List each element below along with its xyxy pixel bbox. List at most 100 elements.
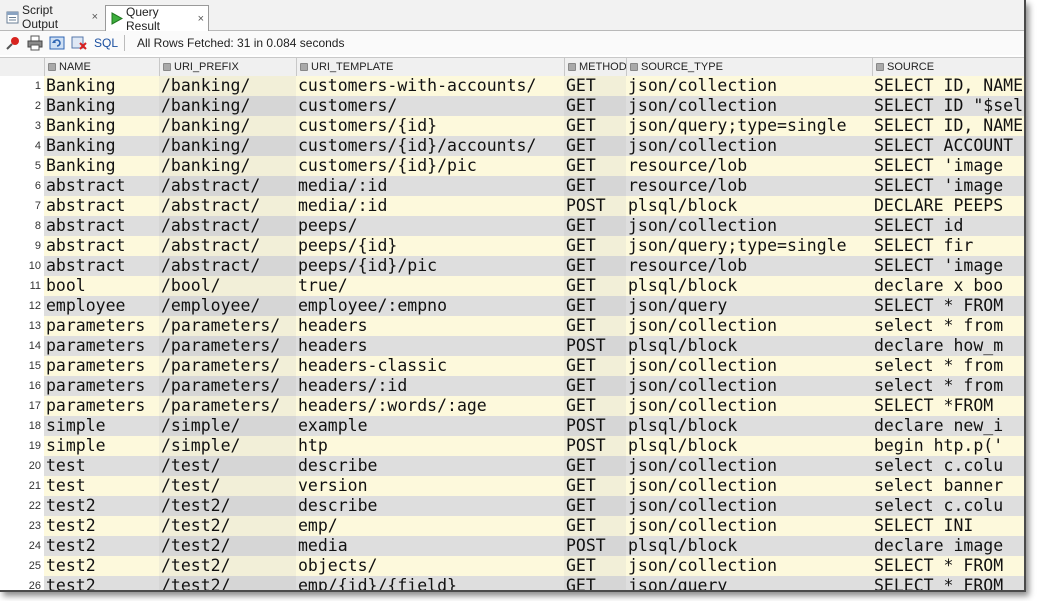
cell-uri-template[interactable]: headers xyxy=(296,316,564,336)
cell-source-type[interactable]: json/collection xyxy=(626,456,872,476)
cell-uri-prefix[interactable]: /abstract/ xyxy=(159,236,296,256)
cell-name[interactable]: parameters xyxy=(44,336,159,356)
cell-name[interactable]: parameters xyxy=(44,356,159,376)
cell-name[interactable]: Banking xyxy=(44,76,159,96)
cell-source[interactable]: SELECT fir xyxy=(872,236,1024,256)
cell-name[interactable]: parameters xyxy=(44,376,159,396)
column-header-method[interactable]: METHOD xyxy=(564,58,626,76)
cell-uri-template[interactable]: media xyxy=(296,536,564,556)
table-row[interactable]: 13 parameters/parameters/headers GET json/c… xyxy=(0,316,1024,336)
column-header-source[interactable]: SOURCE xyxy=(872,58,1024,76)
cell-source-type[interactable]: json/collection xyxy=(626,316,872,336)
cell-uri-template[interactable]: headers-classic xyxy=(296,356,564,376)
cell-uri-prefix[interactable]: /parameters/ xyxy=(159,316,296,336)
cell-name[interactable]: Banking xyxy=(44,116,159,136)
cell-source-type[interactable]: json/collection xyxy=(626,356,872,376)
cell-uri-template[interactable]: headers/:words/:age xyxy=(296,396,564,416)
cell-uri-prefix[interactable]: /employee/ xyxy=(159,296,296,316)
tab-query-result[interactable]: Query Result × xyxy=(105,5,209,33)
cell-source-type[interactable]: resource/lob xyxy=(626,156,872,176)
table-row[interactable]: 15 parameters/parameters/headers-classic G… xyxy=(0,356,1024,376)
cell-method[interactable]: POST xyxy=(564,196,626,216)
cell-method[interactable]: GET xyxy=(564,556,626,576)
cell-uri-template[interactable]: emp/{id}/{field} xyxy=(296,576,564,590)
cell-source[interactable]: begin htp.p(' xyxy=(872,436,1024,456)
cell-source[interactable]: select banner xyxy=(872,476,1024,496)
cell-uri-template[interactable]: customers/ xyxy=(296,96,564,116)
cell-uri-template[interactable]: peeps/ xyxy=(296,216,564,236)
table-row[interactable]: 4 Banking/banking/customers/{id}/accounts… xyxy=(0,136,1024,156)
cell-source-type[interactable]: json/collection xyxy=(626,396,872,416)
cell-name[interactable]: test2 xyxy=(44,516,159,536)
table-row[interactable]: 11 bool/bool/true/GET plsql/block declare x… xyxy=(0,276,1024,296)
cell-name[interactable]: Banking xyxy=(44,136,159,156)
sql-button[interactable]: SQL xyxy=(94,36,118,50)
cell-name[interactable]: test xyxy=(44,456,159,476)
cell-uri-prefix[interactable]: /abstract/ xyxy=(159,196,296,216)
cell-name[interactable]: parameters xyxy=(44,316,159,336)
cell-source-type[interactable]: json/query xyxy=(626,296,872,316)
cell-source-type[interactable]: plsql/block xyxy=(626,276,872,296)
table-row[interactable]: 5 Banking/banking/customers/{id}/pic GET re… xyxy=(0,156,1024,176)
cell-source-type[interactable]: plsql/block xyxy=(626,196,872,216)
cell-name[interactable]: test2 xyxy=(44,576,159,590)
column-header-name[interactable]: NAME xyxy=(44,58,159,76)
cell-source[interactable]: SELECT * FROM xyxy=(872,576,1024,590)
cell-method[interactable]: GET xyxy=(564,476,626,496)
cell-uri-template[interactable]: peeps/{id} xyxy=(296,236,564,256)
table-row[interactable]: 23 test2/test2/emp/GET json/collection SELE… xyxy=(0,516,1024,536)
table-row[interactable]: 1 Banking/banking/customers-with-accounts… xyxy=(0,76,1024,96)
cell-source-type[interactable]: json/collection xyxy=(626,556,872,576)
cell-name[interactable]: Banking xyxy=(44,156,159,176)
cell-method[interactable]: POST xyxy=(564,436,626,456)
table-row[interactable]: 7 abstract/abstract/media/:id POST plsql/bl… xyxy=(0,196,1024,216)
cell-source-type[interactable]: json/collection xyxy=(626,516,872,536)
table-row[interactable]: 18 simple/simple/example POST plsql/block de… xyxy=(0,416,1024,436)
refresh-icon[interactable] xyxy=(48,34,66,52)
cell-source[interactable]: declare image xyxy=(872,536,1024,556)
cell-source-type[interactable]: json/query;type=single xyxy=(626,236,872,256)
cell-source-type[interactable]: plsql/block xyxy=(626,436,872,456)
cell-source[interactable]: SELECT ACCOUNT xyxy=(872,136,1024,156)
cell-source[interactable]: SELECT ID "$self" xyxy=(872,96,1024,116)
cell-source[interactable]: SELECT 'image xyxy=(872,176,1024,196)
cell-uri-template[interactable]: version xyxy=(296,476,564,496)
cell-name[interactable]: Banking xyxy=(44,96,159,116)
cell-uri-template[interactable]: true/ xyxy=(296,276,564,296)
cell-source-type[interactable]: json/collection xyxy=(626,496,872,516)
cell-source-type[interactable]: resource/lob xyxy=(626,256,872,276)
tab-script-output[interactable]: Script Output × xyxy=(2,3,102,31)
table-row[interactable]: 19 simple/simple/htp POST plsql/block begin … xyxy=(0,436,1024,456)
column-header-uri-template[interactable]: URI_TEMPLATE xyxy=(296,58,564,76)
cell-name[interactable]: abstract xyxy=(44,216,159,236)
cell-uri-prefix[interactable]: /banking/ xyxy=(159,96,296,116)
cell-uri-prefix[interactable]: /simple/ xyxy=(159,416,296,436)
cell-uri-template[interactable]: describe xyxy=(296,456,564,476)
cell-source[interactable]: declare x boo xyxy=(872,276,1024,296)
table-row[interactable]: 21 test/test/version GET json/collection sel… xyxy=(0,476,1024,496)
cell-uri-prefix[interactable]: /simple/ xyxy=(159,436,296,456)
cell-source-type[interactable]: plsql/block xyxy=(626,416,872,436)
cell-uri-template[interactable]: headers xyxy=(296,336,564,356)
cell-uri-template[interactable]: describe xyxy=(296,496,564,516)
table-row[interactable]: 16 parameters/parameters/headers/:id GET js… xyxy=(0,376,1024,396)
cell-name[interactable]: test2 xyxy=(44,536,159,556)
cell-uri-template[interactable]: customers/{id} xyxy=(296,116,564,136)
cell-method[interactable]: GET xyxy=(564,216,626,236)
clear-icon[interactable] xyxy=(70,34,88,52)
cell-source[interactable]: SELECT *FROM xyxy=(872,396,1024,416)
cell-uri-template[interactable]: customers/{id}/pic xyxy=(296,156,564,176)
cell-method[interactable]: GET xyxy=(564,316,626,336)
cell-uri-prefix[interactable]: /parameters/ xyxy=(159,336,296,356)
cell-uri-template[interactable]: customers/{id}/accounts/ xyxy=(296,136,564,156)
cell-source[interactable]: select * from xyxy=(872,316,1024,336)
cell-source[interactable]: SELECT INI xyxy=(872,516,1024,536)
cell-uri-prefix[interactable]: /test/ xyxy=(159,456,296,476)
cell-source[interactable]: SELECT ID, NAME xyxy=(872,116,1024,136)
table-row[interactable]: 9 abstract/abstract/peeps/{id} GET json/que… xyxy=(0,236,1024,256)
cell-source-type[interactable]: json/collection xyxy=(626,76,872,96)
cell-method[interactable]: GET xyxy=(564,296,626,316)
cell-name[interactable]: abstract xyxy=(44,196,159,216)
cell-source[interactable]: select * from xyxy=(872,356,1024,376)
cell-name[interactable]: simple xyxy=(44,416,159,436)
